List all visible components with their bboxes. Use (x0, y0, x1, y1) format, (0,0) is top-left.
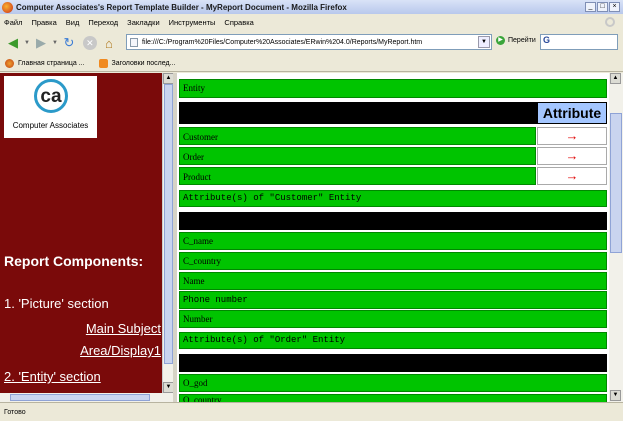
customer-attributes-header (179, 212, 607, 230)
arrow-link-product[interactable]: → (537, 167, 607, 185)
attribute-row: Number (179, 310, 607, 328)
right-vertical-scrollbar[interactable]: ▲ ▼ (609, 73, 623, 402)
bookmarks-toolbar: Главная страница ... Заголовки послед... (0, 56, 623, 72)
menu-help[interactable]: Справка (224, 18, 253, 27)
order-attributes-header (179, 354, 607, 372)
order-attributes-title: Attribute(s) of "Order" Entity (179, 332, 607, 349)
entity-row-product: Product (179, 167, 536, 185)
url-text: file:///C:/Program%20Files/Computer%20As… (142, 38, 423, 46)
stop-icon[interactable]: ✕ (82, 36, 97, 50)
menu-bookmarks[interactable]: Закладки (127, 18, 159, 27)
window-controls: _ □ × (585, 2, 620, 12)
entity-row-order: Order (179, 147, 536, 165)
page-icon (130, 37, 138, 47)
attribute-header: Attribute (537, 102, 607, 124)
maximize-button[interactable]: □ (597, 2, 608, 12)
navigation-toolbar: ◀ ▼ ▶ ▼ ↻ ✕ ⌂ file:///C:/Program%20Files… (0, 30, 623, 56)
forward-arrow-icon[interactable]: ▶ (32, 34, 50, 52)
go-arrow-icon: ▶ (496, 36, 505, 45)
window-title: Computer Associates's Report Template Bu… (16, 2, 347, 12)
main-subject-link[interactable]: Main Subject (86, 321, 161, 336)
minimize-button[interactable]: _ (585, 2, 596, 12)
scroll-thumb[interactable] (164, 84, 173, 364)
scroll-down-icon[interactable]: ▼ (610, 390, 621, 401)
left-horizontal-scrollbar[interactable] (0, 393, 173, 402)
hscroll-thumb[interactable] (10, 394, 150, 401)
home-bookmark-icon (5, 59, 14, 68)
logo-caption: Computer Associates (12, 121, 89, 130)
go-button[interactable]: ▶ Перейти (496, 36, 536, 45)
url-dropdown-icon[interactable]: ▼ (478, 36, 490, 48)
scroll-down-icon[interactable]: ▼ (163, 382, 173, 393)
components-frame: ca Computer Associates Report Components… (0, 73, 173, 402)
entity-row-customer: Customer (179, 127, 536, 145)
ca-logo: ca Computer Associates (4, 76, 97, 138)
report-components-title: Report Components: (4, 253, 144, 269)
title-bar: Computer Associates's Report Template Bu… (0, 0, 623, 14)
status-text: Готово (4, 408, 26, 416)
scroll-up-icon[interactable]: ▲ (163, 73, 173, 84)
firefox-icon (2, 1, 13, 13)
attribute-row: C_country (179, 252, 607, 270)
search-input[interactable]: G (540, 34, 618, 50)
logo-text: ca (40, 86, 62, 107)
menu-bar: Файл Правка Вид Переход Закладки Инструм… (0, 14, 623, 30)
go-label: Перейти (508, 37, 536, 44)
left-vertical-scrollbar[interactable]: ▲ ▼ (162, 73, 173, 393)
menu-tools[interactable]: Инструменты (169, 18, 216, 27)
scroll-up-icon[interactable]: ▲ (610, 73, 621, 84)
attribute-row: Name (179, 272, 607, 290)
menu-view[interactable]: Вид (66, 18, 80, 27)
entity-header: Entity (179, 79, 607, 98)
arrow-link-customer[interactable]: → (537, 127, 607, 145)
scroll-thumb[interactable] (610, 113, 622, 253)
bookmark-home[interactable]: Главная страница ... (18, 60, 85, 67)
menu-edit[interactable]: Правка (31, 18, 56, 27)
rss-icon (98, 59, 108, 68)
entity-section-link[interactable]: 2. 'Entity' section (4, 369, 101, 384)
attribute-row: O_country (179, 394, 607, 402)
arrow-link-order[interactable]: → (537, 147, 607, 165)
bookmark-headlines[interactable]: Заголовки послед... (112, 60, 176, 67)
attribute-row: Phone number (179, 291, 607, 309)
area-display-link[interactable]: Area/Display1 (80, 343, 161, 358)
home-icon[interactable]: ⌂ (100, 34, 118, 52)
forward-dropdown-icon[interactable]: ▼ (52, 40, 58, 46)
back-arrow-icon[interactable]: ◀ (4, 34, 22, 52)
report-frame: Entity Attribute Customer → Order → Prod… (177, 73, 609, 402)
menu-go[interactable]: Переход (88, 18, 118, 27)
status-bar: Готово (0, 402, 623, 421)
logo-ring-icon: ca (34, 79, 68, 113)
address-bar[interactable]: file:///C:/Program%20Files/Computer%20As… (126, 34, 492, 50)
customer-attributes-title: Attribute(s) of "Customer" Entity (179, 190, 607, 207)
menu-file[interactable]: Файл (4, 18, 22, 27)
reload-icon[interactable]: ↻ (60, 34, 78, 52)
picture-section-label: 1. 'Picture' section (4, 296, 109, 311)
throbber-icon (605, 17, 615, 27)
attribute-row: O_god (179, 374, 607, 392)
close-button[interactable]: × (609, 2, 620, 12)
page-content: ca Computer Associates Report Components… (0, 73, 623, 402)
back-dropdown-icon[interactable]: ▼ (24, 40, 30, 46)
attribute-row: C_name (179, 232, 607, 250)
